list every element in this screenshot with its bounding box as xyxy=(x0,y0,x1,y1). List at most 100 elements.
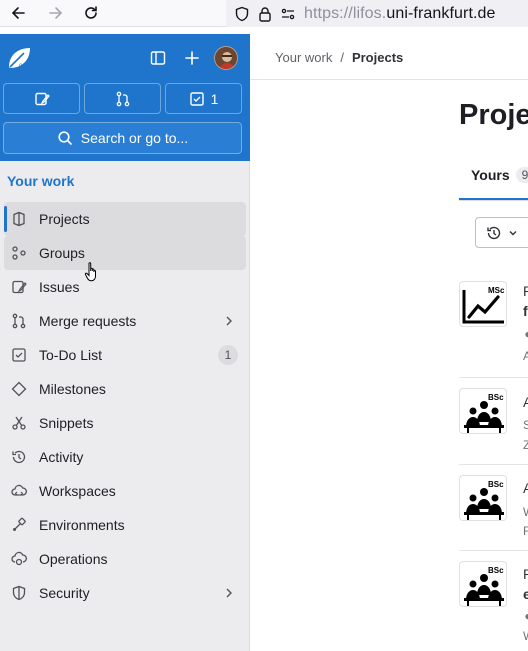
project-avatar[interactable]: BSc xyxy=(459,475,507,521)
sidebar-header: os 1 Search or go to... xyxy=(0,34,250,161)
todo-icon xyxy=(11,347,27,363)
workspace-icon xyxy=(11,483,27,499)
classroom-icon: BSc xyxy=(464,566,504,606)
project-row[interactable]: MSc P f ◖ A xyxy=(459,265,528,378)
logo-icon[interactable]: os xyxy=(6,45,32,71)
sidebar-item-snippets[interactable]: Snippets xyxy=(4,406,246,440)
tab-label: Yours xyxy=(471,167,510,183)
svg-text:os: os xyxy=(19,63,25,69)
page-title: Proje xyxy=(459,99,528,131)
sidebar-item-groups[interactable]: Groups xyxy=(4,236,246,270)
active-indicator xyxy=(4,206,7,232)
issues-icon xyxy=(34,92,50,105)
history-icon xyxy=(487,226,501,239)
chevron-right-icon xyxy=(226,588,232,598)
shield-icon xyxy=(235,6,249,21)
sidebar-item-label: Environments xyxy=(39,517,125,533)
hand-cursor-icon xyxy=(84,262,96,282)
plus-icon xyxy=(185,51,199,65)
breadcrumb: Your work / Projects xyxy=(275,50,403,65)
forward-button[interactable] xyxy=(44,2,68,24)
shield-icon xyxy=(11,585,27,601)
context-title[interactable]: Your work xyxy=(7,173,74,189)
sidebar-item-label: Projects xyxy=(39,211,90,227)
project-avatar[interactable]: BSc xyxy=(459,388,507,434)
user-avatar-icon xyxy=(215,47,237,69)
create-new-button[interactable] xyxy=(181,47,203,69)
sidebar-item-environments[interactable]: Environments xyxy=(4,508,246,542)
breadcrumb-current[interactable]: Projects xyxy=(352,50,403,65)
environment-icon xyxy=(11,517,27,533)
project-badge: MSc xyxy=(488,286,505,295)
sidebar-item-projects[interactable]: Projects xyxy=(4,202,246,236)
avatar[interactable] xyxy=(214,46,238,70)
visibility-icon: ◖ xyxy=(523,327,528,341)
sidebar-item-label: To-Do List xyxy=(39,347,103,363)
project-row[interactable]: BSc P e ◖ W xyxy=(459,551,528,651)
issues-icon xyxy=(11,279,27,295)
project-description: S xyxy=(523,418,528,432)
tab-yours[interactable]: Yours 9 xyxy=(471,167,528,183)
project-name-cont: f xyxy=(523,303,528,319)
project-row[interactable]: BSc A S Z xyxy=(459,378,528,465)
merge-request-icon xyxy=(116,91,129,106)
sidebar-item-milestones[interactable]: Milestones xyxy=(4,372,246,406)
search-button[interactable]: Search or go to... xyxy=(3,122,242,154)
sidebar-item-label: Operations xyxy=(39,551,108,567)
todos-quick-button[interactable]: 1 xyxy=(165,83,242,114)
sidebar-item-label: Groups xyxy=(39,245,85,261)
todo-count-badge: 1 xyxy=(218,345,238,365)
project-description: W xyxy=(523,505,528,519)
chevron-down-icon xyxy=(509,230,517,235)
merge-requests-quick-button[interactable] xyxy=(84,83,161,114)
project-meta: F xyxy=(523,524,528,538)
line-chart-icon: MSc xyxy=(462,286,505,324)
sidebar-item-merge-requests[interactable]: Merge requests xyxy=(4,304,246,338)
project-badge: BSc xyxy=(488,480,504,489)
search-icon xyxy=(58,131,72,145)
sort-dropdown-button[interactable] xyxy=(475,217,528,248)
history-icon xyxy=(11,449,27,465)
search-placeholder: Search or go to... xyxy=(80,130,189,146)
sidebar-item-todo-list[interactable]: To-Do List 1 xyxy=(4,338,246,372)
visibility-icon: ◖ xyxy=(523,609,528,623)
project-name[interactable]: A xyxy=(523,480,528,496)
sidebar-item-label: Activity xyxy=(39,449,84,465)
tab-count-badge: 9 xyxy=(515,167,528,183)
tab-border xyxy=(459,200,528,201)
issues-quick-button[interactable] xyxy=(3,83,80,114)
toggle-sidebar-button[interactable] xyxy=(147,47,169,69)
sidebar-item-issues[interactable]: Issues xyxy=(4,270,246,304)
project-badge: BSc xyxy=(488,566,504,575)
header-divider xyxy=(250,79,528,80)
breadcrumb-separator: / xyxy=(340,50,344,65)
project-name[interactable]: P xyxy=(523,566,528,582)
project-icon xyxy=(11,211,27,227)
milestone-icon xyxy=(11,381,27,397)
sidebar-item-label: Issues xyxy=(39,279,80,295)
project-avatar[interactable]: MSc xyxy=(459,281,507,327)
url-text: https://lifos.uni-frankfurt.de xyxy=(304,4,496,22)
breadcrumb-parent[interactable]: Your work xyxy=(275,50,332,65)
project-name[interactable]: P xyxy=(523,283,528,299)
chevron-right-icon xyxy=(226,316,232,326)
project-row[interactable]: BSc A W F xyxy=(459,465,528,551)
todos-count: 1 xyxy=(210,90,219,107)
sidebar-item-label: Milestones xyxy=(39,381,106,397)
browser-toolbar: https://lifos.uni-frankfurt.de xyxy=(0,0,528,27)
project-name[interactable]: A xyxy=(523,394,528,410)
sidebar-item-operations[interactable]: Operations xyxy=(4,542,246,576)
project-avatar[interactable]: BSc xyxy=(459,561,507,607)
sidebar-item-activity[interactable]: Activity xyxy=(4,440,246,474)
sidebar-item-label: Merge requests xyxy=(39,313,137,329)
project-meta: Z xyxy=(523,438,528,452)
classroom-icon: BSc xyxy=(464,393,504,433)
sidebar-item-security[interactable]: Security xyxy=(4,576,246,610)
back-button[interactable] xyxy=(6,2,30,24)
sidebar-item-workspaces[interactable]: Workspaces xyxy=(4,474,246,508)
project-name-cont: e xyxy=(523,586,528,602)
reload-button[interactable] xyxy=(79,2,103,24)
project-badge: BSc xyxy=(488,393,504,402)
url-bar[interactable]: https://lifos.uni-frankfurt.de xyxy=(226,0,528,27)
nav-list: Projects Groups Issues Merge requests To… xyxy=(0,202,250,610)
